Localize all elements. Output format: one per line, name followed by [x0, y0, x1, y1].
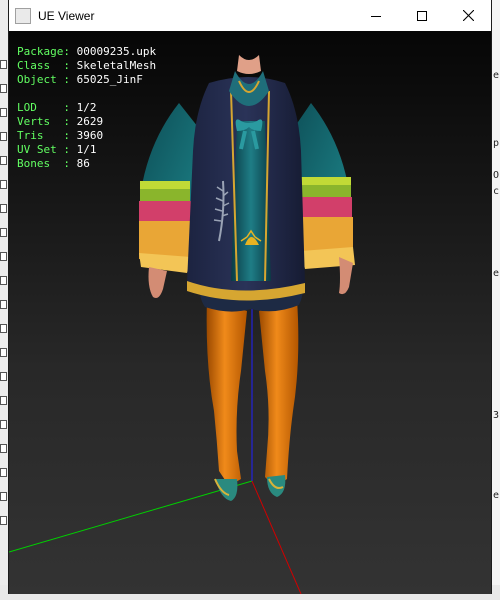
background-text: e: [492, 268, 499, 279]
background-checkbox: [0, 348, 7, 357]
info-row-object: Object : 65025_JinF: [17, 73, 156, 87]
background-checkbox: [0, 396, 7, 405]
app-icon: [15, 7, 31, 24]
x-axis-line: [251, 480, 302, 594]
background-checkbox: [0, 228, 7, 237]
verts-value: 2629: [76, 115, 104, 128]
y-axis-line: [9, 480, 253, 553]
background-text: e: [492, 70, 499, 81]
info-row-class: Class : SkeletalMesh: [17, 59, 156, 73]
close-button[interactable]: [445, 0, 491, 31]
background-text: e: [492, 490, 499, 501]
package-label: Package:: [17, 45, 70, 58]
background-checkbox: [0, 324, 7, 333]
verts-label: Verts :: [17, 115, 70, 128]
package-value: 00009235.upk: [76, 45, 157, 58]
background-checkbox: [0, 180, 7, 189]
window-title: UE Viewer: [38, 8, 95, 23]
bones-label: Bones :: [17, 157, 70, 170]
class-value: SkeletalMesh: [76, 59, 157, 72]
object-value: 65025_JinF: [76, 73, 143, 86]
info-row-tris: Tris : 3960: [17, 129, 156, 143]
bones-value: 86: [76, 157, 90, 170]
background-checkbox: [0, 204, 7, 213]
maximize-icon: [417, 10, 427, 21]
background-checkbox: [0, 276, 7, 285]
background-text: O: [492, 170, 499, 181]
background-checkbox: [0, 420, 7, 429]
background-window-left-edge: [0, 0, 8, 600]
title-bar[interactable]: UE Viewer: [9, 0, 491, 31]
minimize-button[interactable]: [353, 0, 399, 31]
background-text: c: [492, 186, 499, 197]
lod-value: 1/2: [76, 101, 97, 114]
3d-viewport[interactable]: Package: 00009235.upk Class : SkeletalMe…: [9, 31, 491, 594]
background-checkbox: [0, 516, 7, 525]
maximize-button[interactable]: [399, 0, 445, 31]
minimize-icon: [371, 15, 381, 17]
background-checkbox: [0, 372, 7, 381]
background-window-right-edge: e p O c e 3 e: [492, 0, 500, 600]
background-checkbox: [0, 300, 7, 309]
background-text: 3: [492, 410, 499, 421]
background-checkbox: [0, 492, 7, 501]
uvset-value: 1/1: [76, 143, 97, 156]
info-row-verts: Verts : 2629: [17, 115, 156, 129]
lod-label: LOD :: [17, 101, 70, 114]
close-icon: [462, 10, 474, 21]
ue-viewer-window: UE Viewer Package: 00009235.upk Class: …: [8, 0, 492, 594]
background-checkbox: [0, 84, 7, 93]
tris-label: Tris :: [17, 129, 70, 142]
background-text: p: [492, 138, 499, 149]
background-checkbox: [0, 60, 7, 69]
background-checkbox: [0, 252, 7, 261]
background-checkbox: [0, 444, 7, 453]
background-checkbox: [0, 156, 7, 165]
background-checkbox: [0, 132, 7, 141]
info-row-package: Package: 00009235.upk: [17, 45, 156, 59]
background-checkbox: [0, 108, 7, 117]
tris-value: 3960: [76, 129, 104, 142]
info-row-uvset: UV Set : 1/1: [17, 143, 156, 157]
info-row-lod: LOD : 1/2: [17, 101, 156, 115]
object-label: Object :: [17, 73, 70, 86]
info-row-bones: Bones : 86: [17, 157, 156, 171]
mesh-info-panel: Package: 00009235.upk Class : SkeletalMe…: [17, 45, 156, 171]
uvset-label: UV Set :: [17, 143, 70, 156]
class-label: Class :: [17, 59, 70, 72]
background-checkbox: [0, 468, 7, 477]
